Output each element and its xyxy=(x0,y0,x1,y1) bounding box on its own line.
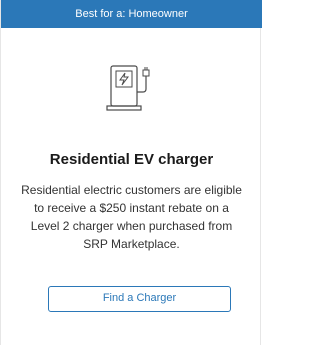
card-description: Residential electric customers are eligi… xyxy=(21,183,242,251)
find-a-charger-button[interactable]: Find a Charger xyxy=(48,286,231,312)
card-title: Residential EV charger xyxy=(49,151,214,168)
product-card: Best for a: Homeowner Residential EV cha… xyxy=(0,0,262,345)
ev-charger-icon xyxy=(105,64,161,112)
audience-banner: Best for a: Homeowner xyxy=(1,0,262,28)
